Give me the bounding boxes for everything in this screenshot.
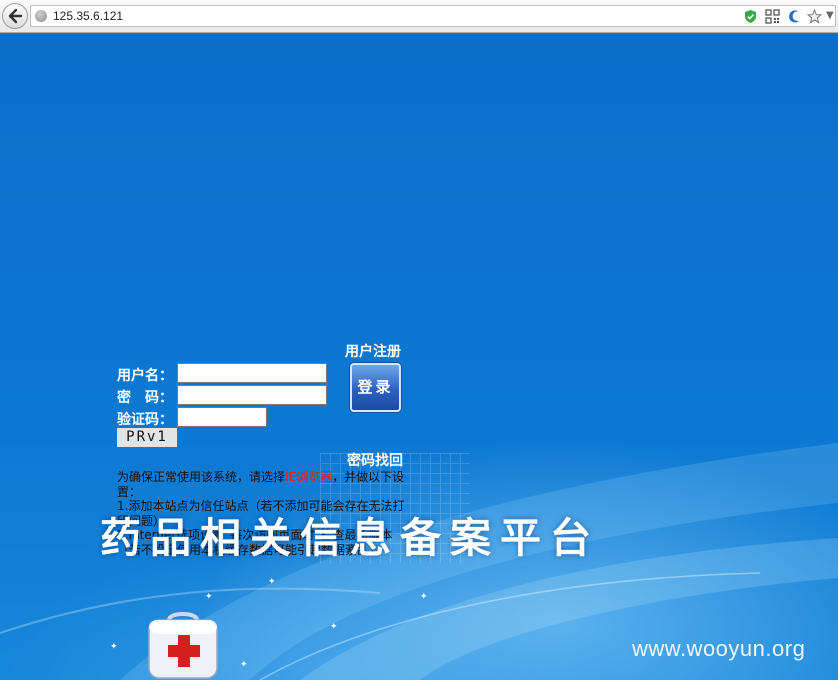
password-input[interactable] — [177, 385, 327, 405]
url-text[interactable]: 125.35.6.121 — [53, 9, 123, 23]
captcha-image[interactable]: PRv1 — [117, 428, 177, 447]
captcha-label: 验证码： — [117, 412, 173, 428]
login-button[interactable]: 登录 — [350, 363, 401, 412]
background-swoosh — [0, 443, 838, 680]
sparkle-icon: ✦ — [205, 592, 213, 602]
password-label: 密 码： — [117, 390, 173, 406]
back-arrow-icon — [8, 8, 23, 24]
ie-browser-link[interactable]: IE浏览器 — [285, 470, 332, 484]
sparkle-icon: ✦ — [110, 642, 118, 652]
notice-intro-before: 为确保正常使用该系统，请选择 — [117, 470, 286, 484]
forgot-password-link[interactable]: 密码找回 — [347, 450, 403, 470]
moon-icon[interactable] — [787, 9, 802, 24]
sparkle-icon: ✦ — [330, 622, 338, 632]
sparkle-icon: ✦ — [420, 592, 428, 602]
globe-icon — [35, 10, 47, 22]
address-bar[interactable]: 125.35.6.121 ▼ — [30, 5, 836, 27]
login-page: 用户注册 用户名： 密 码： 验证码： PRv1 登录 密码找回 为确保正常使用… — [0, 33, 838, 680]
chevron-down-icon[interactable]: ▼ — [826, 10, 836, 22]
sparkle-icon: ✦ — [268, 577, 276, 587]
username-input[interactable] — [177, 363, 327, 383]
captcha-input[interactable] — [177, 407, 267, 427]
back-button[interactable] — [2, 3, 28, 29]
sparkle-icon: ✦ — [240, 660, 248, 670]
medical-kit-icon — [148, 612, 218, 679]
username-label: 用户名： — [117, 368, 173, 384]
shield-icon[interactable] — [743, 9, 758, 24]
watermark: www.wooyun.org — [632, 636, 806, 661]
star-icon[interactable] — [807, 9, 822, 24]
qr-code-icon[interactable] — [765, 9, 780, 24]
browser-toolbar: 125.35.6.121 ▼ — [0, 0, 838, 33]
register-link[interactable]: 用户注册 — [345, 341, 401, 361]
platform-title: 药品相关信息备案平台 — [100, 514, 600, 562]
